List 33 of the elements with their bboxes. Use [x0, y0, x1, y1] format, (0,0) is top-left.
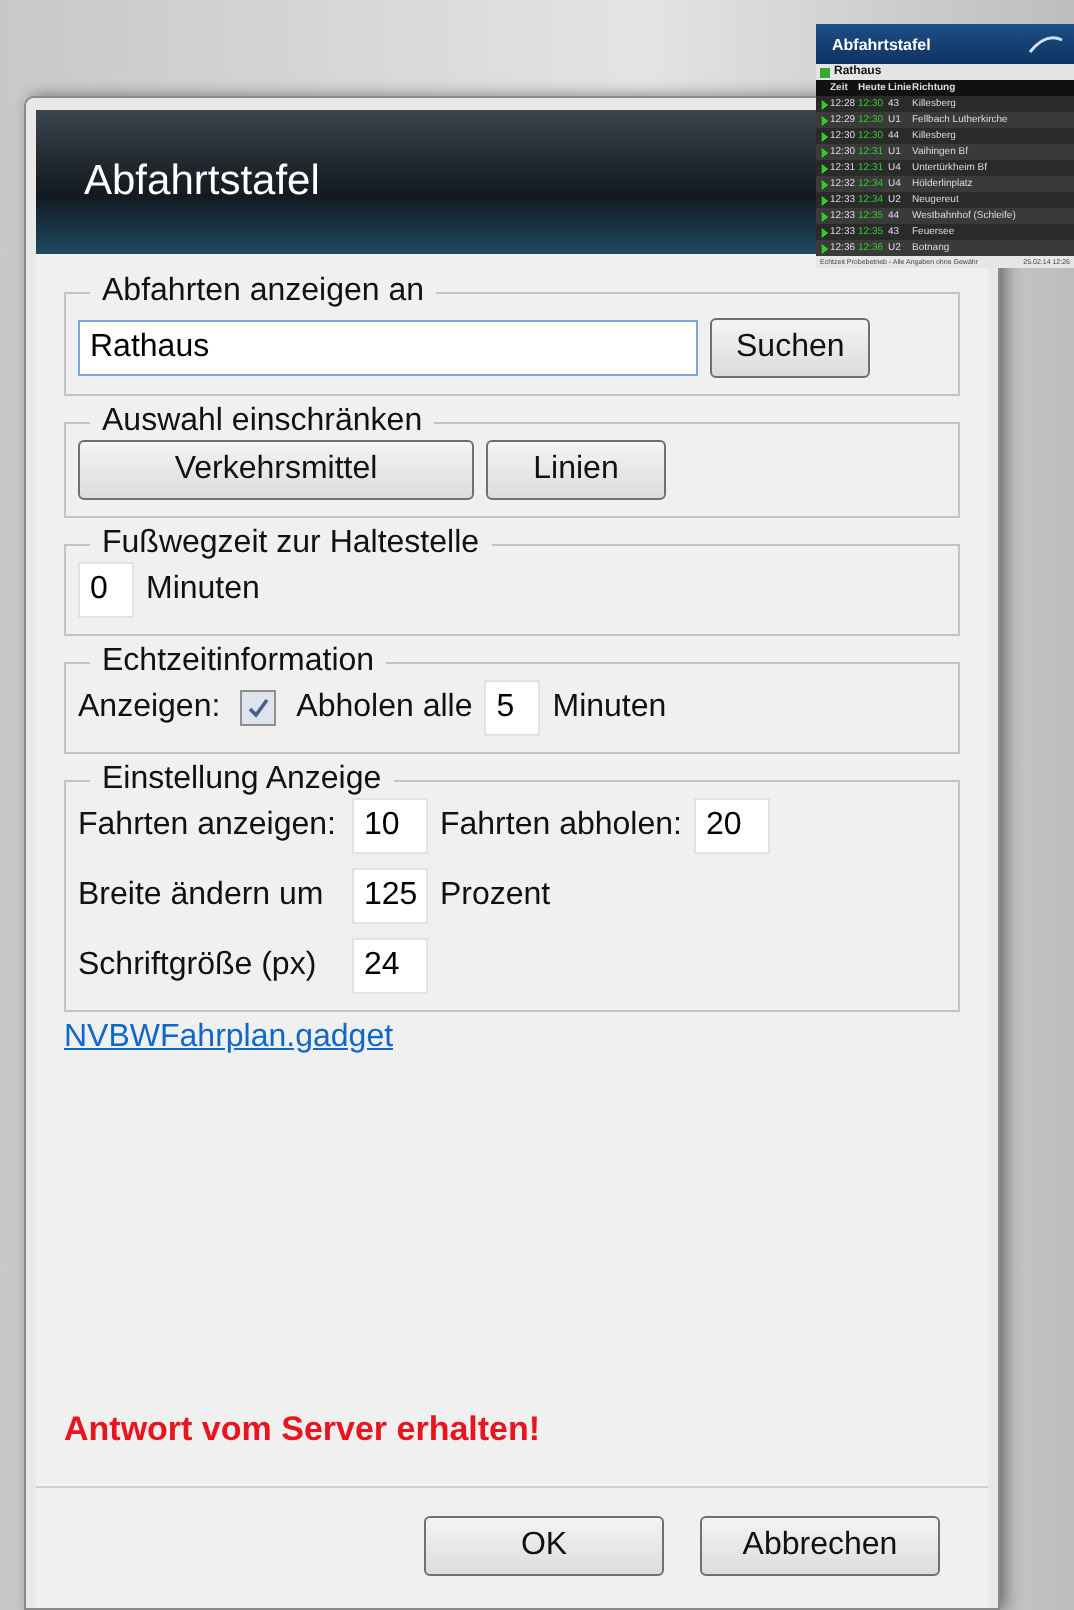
dialog-button[interactable]: OK — [424, 1516, 664, 1576]
walk-time-field[interactable]: 0 — [78, 562, 134, 618]
filter-button[interactable]: Linien — [486, 440, 666, 500]
interval-field[interactable]: 5 — [484, 680, 541, 736]
unit-label: Minuten — [552, 690, 667, 726]
trips-shown-field[interactable]: 10 — [351, 798, 428, 854]
search-button[interactable]: Suchen — [710, 318, 871, 378]
unit-label: Minuten — [146, 572, 260, 608]
checkmark-icon — [246, 696, 271, 720]
group-title: Einstellung Anzeige — [100, 762, 384, 798]
font-size-field[interactable]: 24 — [351, 938, 428, 994]
field-label: Abholen alle — [296, 690, 473, 726]
trips-fetched-field[interactable]: 20 — [693, 798, 770, 854]
unit-label: Prozent — [439, 878, 551, 914]
gadget-link[interactable]: NVBWFahrplan.gadget — [64, 1020, 394, 1054]
status-message: Antwort vom Server erhalten! — [64, 1410, 543, 1450]
field-label: Anzeigen: — [78, 690, 221, 726]
group-title: Auswahl einschränken — [100, 404, 425, 440]
group-title: Fußwegzeit zur Haltestelle — [100, 526, 482, 562]
stop-input-field[interactable]: Rathaus — [78, 320, 698, 376]
gadget-title: Abfahrtstafel — [832, 35, 931, 53]
width-field[interactable]: 125 — [351, 868, 428, 924]
logo-icon — [1026, 32, 1066, 56]
field-label: Breite ändern um — [78, 878, 326, 914]
realtime-checkbox[interactable] — [240, 690, 277, 726]
group-title: Echtzeitinformation — [100, 644, 377, 680]
field-label: Schriftgröße (px) — [78, 948, 319, 984]
window-title: Abfahrtstafel — [84, 158, 320, 206]
dialog-button[interactable]: Abbrechen — [700, 1516, 940, 1576]
field-label: Fahrten anzeigen: — [78, 808, 336, 844]
group-title: Abfahrten anzeigen an — [100, 274, 427, 310]
field-label: Fahrten abholen: — [439, 808, 682, 844]
filter-button[interactable]: Verkehrsmittel — [78, 440, 474, 500]
